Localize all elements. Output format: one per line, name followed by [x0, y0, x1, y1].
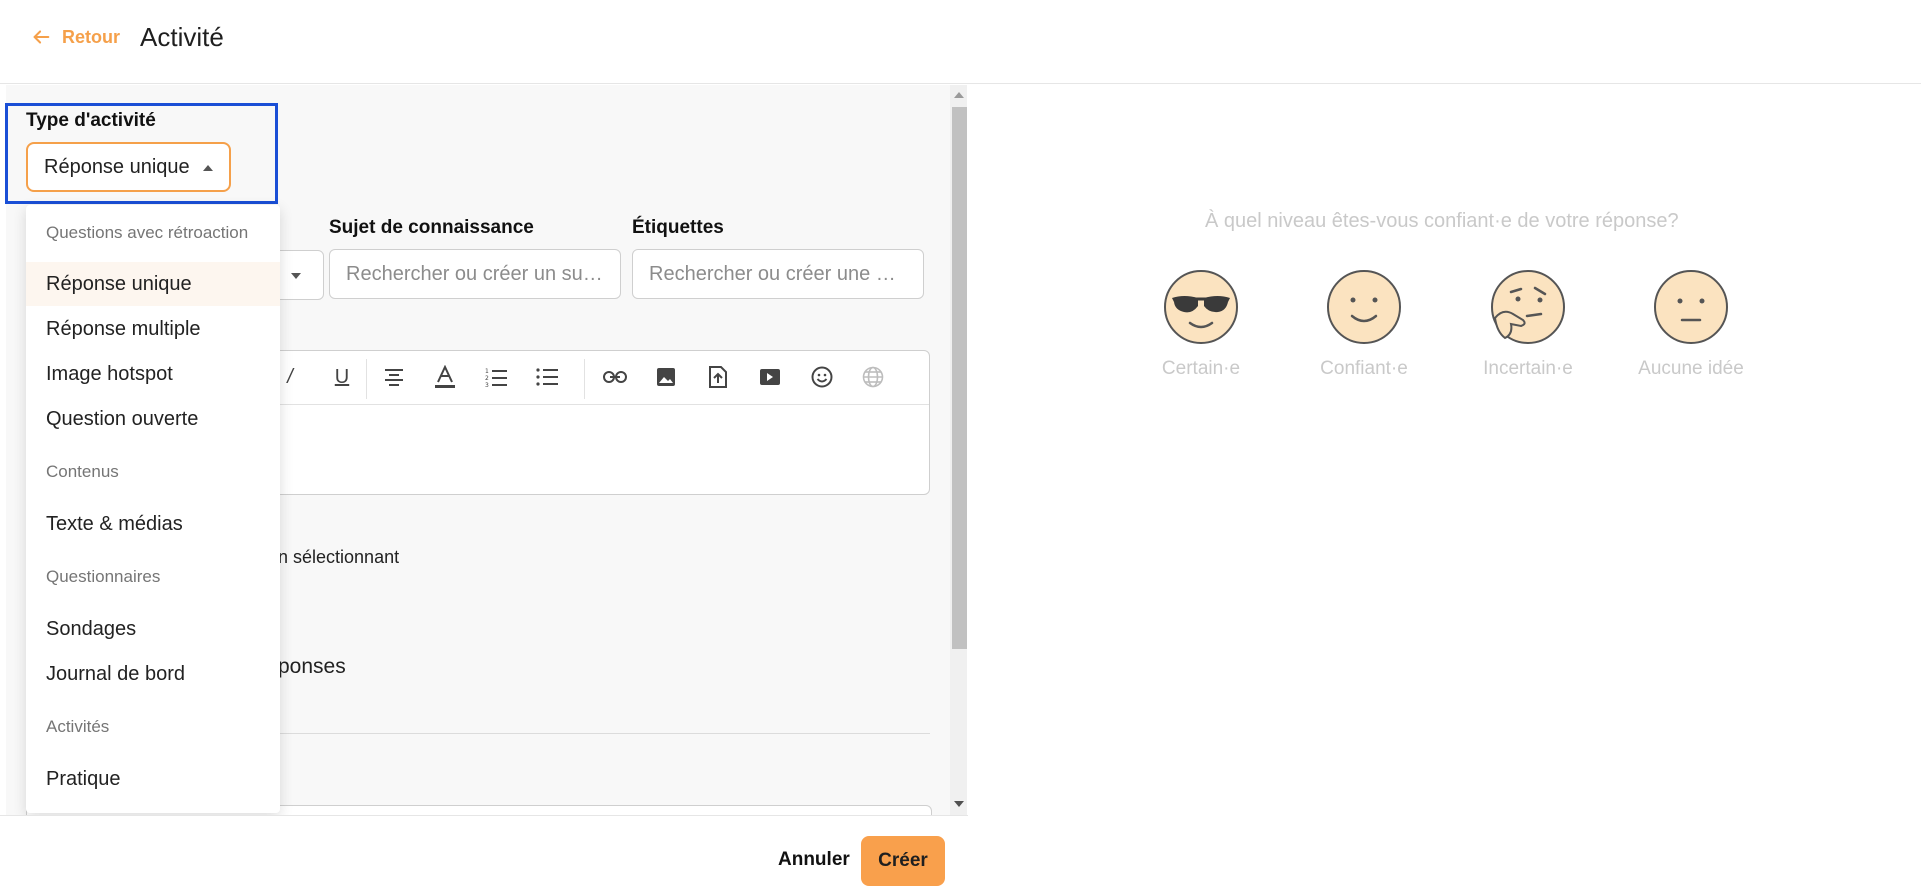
link-icon[interactable] — [602, 364, 628, 390]
activity-type-label: Type d'activité — [26, 110, 156, 131]
toolbar-divider — [584, 359, 585, 399]
subject-input[interactable] — [329, 249, 621, 299]
dropdown-option[interactable]: Question ouverte — [26, 397, 280, 441]
text-color-icon[interactable] — [432, 364, 458, 390]
dropdown-option[interactable]: Pratique — [26, 757, 280, 801]
smiling-emoji-icon[interactable] — [1325, 268, 1403, 346]
bullet-list-icon[interactable] — [534, 364, 560, 390]
dropdown-option[interactable]: Texte & médias — [26, 502, 280, 546]
activity-type-dropdown: Questions avec rétroaction Réponse uniqu… — [26, 205, 280, 813]
sunglasses-emoji-icon[interactable] — [1162, 268, 1240, 346]
subject-label: Sujet de connaissance — [329, 217, 534, 238]
back-label: Retour — [62, 26, 120, 47]
caret-up-icon — [203, 165, 213, 171]
globe-icon[interactable] — [860, 364, 886, 390]
dropdown-option[interactable]: Sondages — [26, 607, 280, 651]
align-center-icon[interactable] — [381, 364, 407, 390]
image-icon[interactable] — [653, 364, 679, 390]
dropdown-option[interactable]: Réponse multiple — [26, 307, 280, 351]
activity-type-value: Réponse unique — [44, 155, 190, 178]
create-button[interactable]: Créer — [861, 836, 945, 886]
confidence-question: À quel niveau êtes-vous confiant·e de vo… — [1205, 210, 1679, 232]
back-link[interactable]: Retour — [30, 26, 120, 48]
italic-icon[interactable]: / — [277, 364, 303, 390]
video-icon[interactable] — [757, 364, 783, 390]
confidence-option-label: Aucune idée — [1638, 358, 1744, 379]
dropdown-option[interactable]: Image hotspot — [26, 352, 280, 396]
neutral-emoji-icon[interactable] — [1652, 268, 1730, 346]
file-upload-icon[interactable] — [705, 364, 731, 390]
activity-type-select[interactable]: Réponse unique — [26, 142, 231, 192]
scroll-up-arrow[interactable] — [954, 92, 964, 98]
arrow-left-icon — [33, 30, 50, 44]
ordered-list-icon[interactable]: 123 — [483, 364, 509, 390]
svg-text:1: 1 — [485, 368, 489, 375]
confidence-option-label: Certain·e — [1161, 358, 1241, 379]
thinking-emoji-icon[interactable] — [1489, 268, 1567, 346]
dropdown-group-label: Questionnaires — [46, 567, 161, 586]
emoji-icon[interactable] — [809, 364, 835, 390]
cancel-button[interactable]: Annuler — [768, 836, 860, 884]
svg-text:2: 2 — [485, 375, 489, 382]
scrollbar-thumb[interactable] — [952, 107, 967, 649]
dropdown-group-label: Activités — [46, 717, 110, 736]
underline-icon[interactable]: U — [329, 364, 355, 390]
scroll-down-arrow[interactable] — [954, 801, 964, 807]
page-title: Activité — [140, 22, 224, 52]
tags-input[interactable] — [632, 249, 924, 299]
toolbar-divider — [366, 359, 367, 399]
hidden-select-caret-icon — [291, 273, 301, 279]
confidence-option-label: Incertain·e — [1483, 358, 1573, 379]
answers-heading-text: ponses — [278, 655, 346, 678]
svg-text:3: 3 — [485, 382, 489, 387]
page-header: Retour Activité — [0, 0, 1921, 84]
instruction-text: n sélectionnant — [278, 547, 400, 567]
dropdown-option[interactable]: Réponse unique — [26, 262, 280, 306]
dropdown-group-label: Contenus — [46, 462, 119, 481]
confidence-option-label: Confiant·e — [1320, 358, 1408, 379]
dropdown-group-label: Questions avec rétroaction — [46, 223, 249, 242]
dropdown-option[interactable]: Journal de bord — [26, 652, 280, 696]
form-footer: Annuler Créer — [0, 815, 968, 888]
tags-label: Étiquettes — [632, 217, 724, 238]
